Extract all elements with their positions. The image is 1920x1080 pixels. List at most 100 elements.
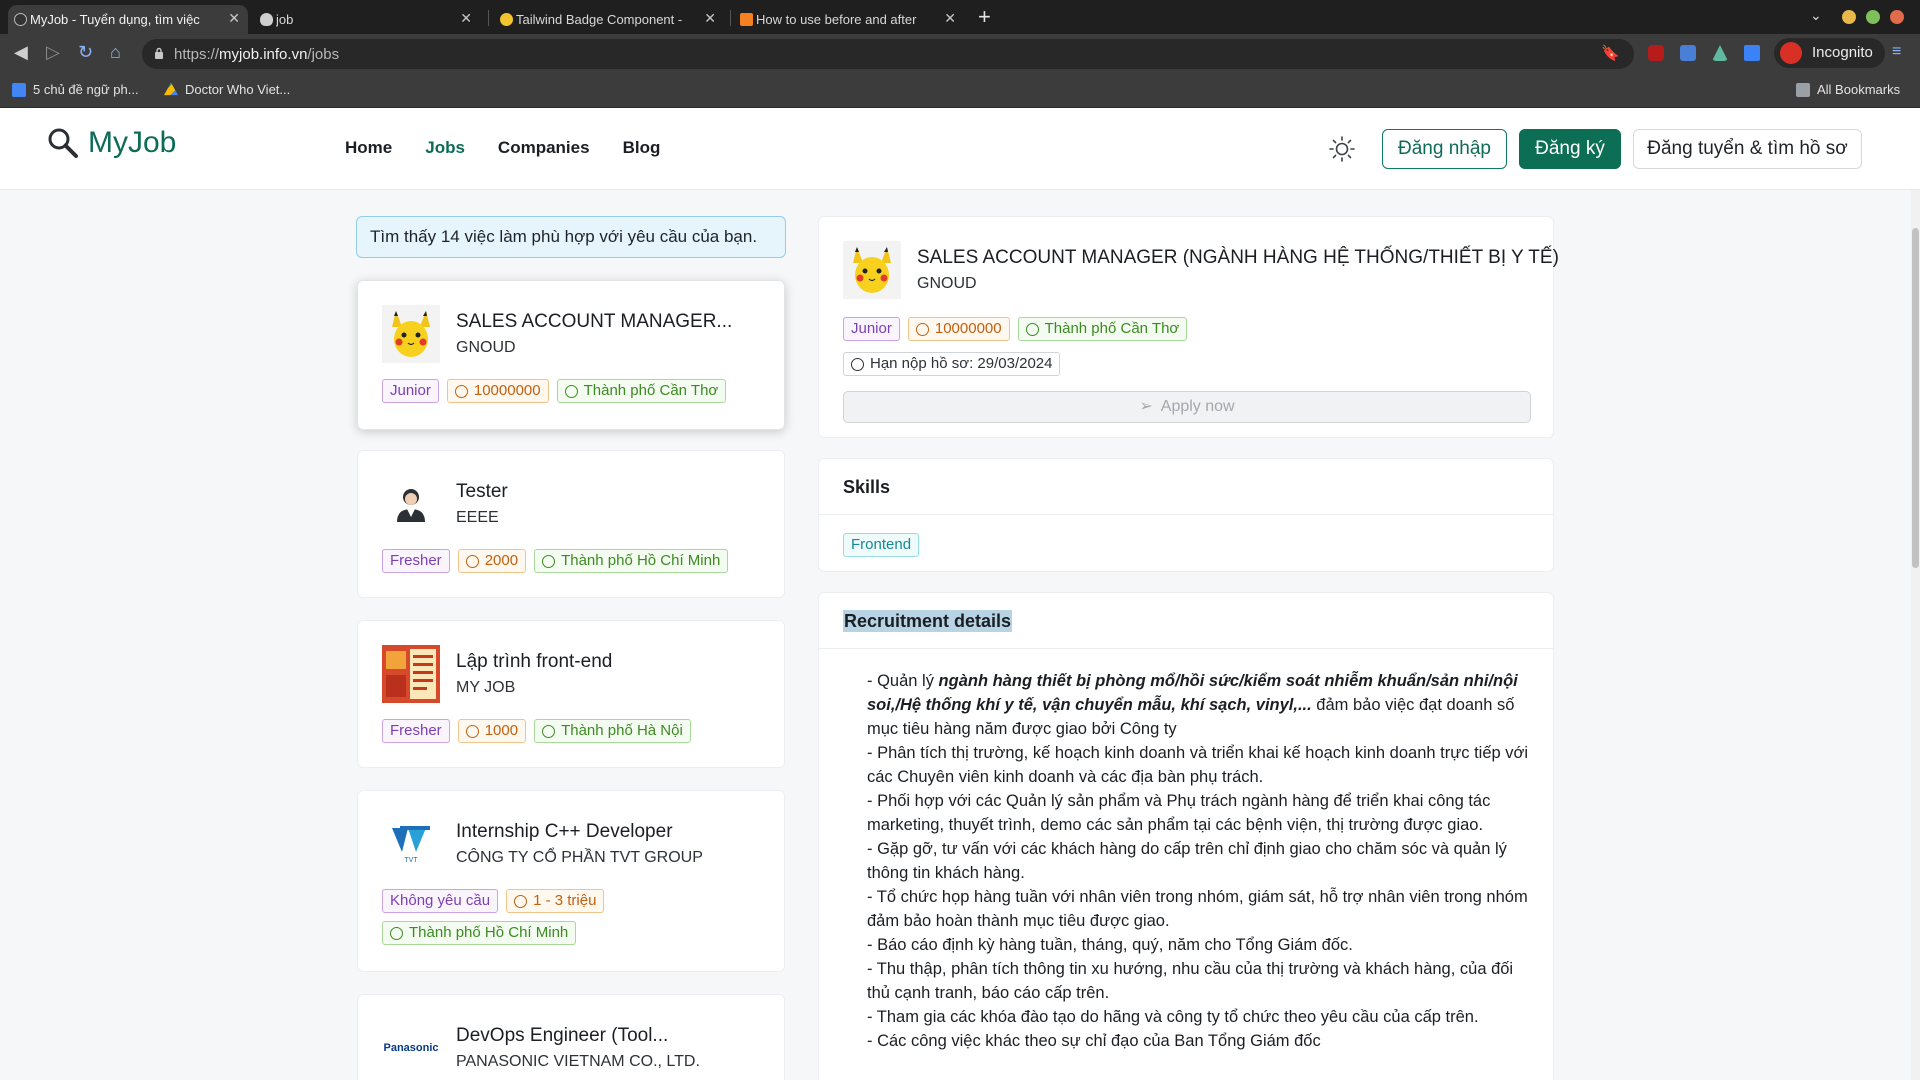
browser-menu-icon[interactable]: ≡ [1892, 43, 1901, 61]
document-thumbnail [382, 645, 440, 703]
tvt-logo-text: TVT [404, 857, 418, 864]
nav-companies[interactable]: Companies [498, 138, 590, 158]
pikachu-logo [382, 305, 440, 363]
close-window-button[interactable] [1890, 10, 1904, 24]
location-value: Thành phố Cần Thơ [1044, 320, 1180, 337]
map-pin-icon [390, 926, 403, 940]
salary-badge: 2000 [457, 549, 527, 573]
job-card[interactable]: Panasonic DevOps Engineer (Tool... PANAS… [357, 994, 785, 1080]
job-title[interactable]: Lập trình front-end [456, 651, 612, 673]
nav-home[interactable]: Home [345, 138, 392, 158]
close-tab-icon[interactable]: ✕ [944, 10, 956, 27]
forward-arrow-icon[interactable]: ▷ [46, 42, 60, 63]
browser-tab-job[interactable]: job ✕ [254, 5, 480, 34]
job-title[interactable]: DevOps Engineer (Tool... [456, 1025, 668, 1047]
apply-label: Apply now [1160, 398, 1235, 415]
location-value: Thành phố Hà Nội [561, 722, 683, 739]
job-detail-header: SALES ACCOUNT MANAGER (NGÀNH HÀNG HỆ THỐ… [818, 216, 1559, 438]
location-badge: Thành phố Hà Nội [534, 719, 691, 743]
main-nav: Home Jobs Companies Blog [345, 138, 660, 158]
login-button[interactable]: Đăng nhập [1382, 129, 1507, 169]
all-bookmarks-label: All Bookmarks [1817, 82, 1901, 97]
browser-tab-myjob[interactable]: MyJob - Tuyển dụng, tìm việc ✕ [8, 5, 248, 34]
job-badges: Fresher 1000 Thành phố Hà Nội [382, 719, 772, 743]
url-scheme: https:// [174, 46, 220, 63]
job-card[interactable]: Lập trình front-end MY JOB Fresher 1000 … [357, 620, 785, 768]
bookmark-icon[interactable]: 🔖 [1601, 44, 1620, 62]
minimize-window-button[interactable] [1842, 10, 1856, 24]
skills-panel: Skills Frontend [818, 458, 1554, 572]
close-tab-icon[interactable]: ✕ [460, 10, 472, 27]
location-badge: Thành phố Hồ Chí Minh [534, 549, 729, 573]
all-bookmarks[interactable]: All Bookmarks [1796, 82, 1900, 97]
site-logo[interactable]: MyJob [46, 126, 176, 160]
nav-jobs[interactable]: Jobs [425, 138, 465, 158]
salary-badge: 1000 [457, 719, 527, 743]
tab-title: MyJob - Tuyển dụng, tìm việc [30, 12, 200, 27]
document-logo [382, 645, 440, 703]
sun-icon[interactable] [1328, 135, 1356, 163]
job-company: GNOUD [456, 339, 516, 356]
location-badge: Thành phố Hồ Chí Minh [382, 921, 577, 945]
incognito-indicator[interactable]: Incognito [1774, 38, 1885, 68]
salary-badge: 10000000 [446, 379, 549, 403]
register-button[interactable]: Đăng ký [1519, 129, 1621, 169]
bookmark-item[interactable]: 5 chủ đề ngữ ph... [12, 82, 139, 97]
home-icon[interactable]: ⌂ [110, 42, 121, 63]
job-badges: Không yêu cầu 1 - 3 triệu Thành phố Hồ C… [382, 889, 772, 945]
recruitment-heading-text: Recruitment details [843, 610, 1013, 632]
person-favicon-icon [260, 13, 273, 26]
job-title[interactable]: SALES ACCOUNT MANAGER... [456, 311, 732, 333]
tvt-logo: TVT [382, 815, 440, 873]
job-title[interactable]: Tester [456, 481, 508, 503]
folder-icon [1796, 82, 1810, 97]
coin-icon [465, 724, 479, 738]
apply-now-button[interactable]: ➢ Apply now [843, 391, 1531, 423]
page-scrollbar-thumb[interactable] [1912, 228, 1919, 568]
ublock-extension-icon[interactable] [1648, 45, 1664, 61]
salary-badge: 1 - 3 triệu [506, 889, 605, 913]
close-tab-icon[interactable]: ✕ [228, 10, 240, 27]
job-company: CÔNG TY CỔ PHẦN TVT GROUP [456, 849, 703, 866]
back-arrow-icon[interactable]: ◀ [14, 42, 28, 63]
send-icon: ➢ [1139, 398, 1153, 415]
site-header: MyJob Home Jobs Companies Blog Đăng nhập… [0, 108, 1920, 190]
new-tab-button[interactable]: + [978, 4, 991, 30]
desc-text: - Quản lý [867, 672, 939, 690]
desc-line: - Tham gia các khóa đào tạo do hãng và c… [867, 1008, 1479, 1026]
skill-badge: Frontend [843, 533, 920, 557]
deadline-badge: Hạn nộp hồ sơ: 29/03/2024 [843, 352, 1061, 376]
sidepanel-icon[interactable] [1744, 45, 1760, 61]
maximize-window-button[interactable] [1866, 10, 1880, 24]
reload-icon[interactable]: ↻ [78, 42, 93, 63]
skills-heading: Skills [819, 459, 1553, 515]
incognito-icon [1780, 42, 1802, 64]
incognito-label: Incognito [1812, 44, 1873, 61]
drive-icon [164, 82, 178, 96]
employer-button[interactable]: Đăng tuyển & tìm hồ sơ [1633, 129, 1862, 169]
bookmark-item[interactable]: Doctor Who Viet... [164, 82, 290, 97]
job-card[interactable]: TVT Internship C++ Developer CÔNG TY CỔ … [357, 790, 785, 972]
pikachu-logo [843, 241, 901, 299]
pikachu-image [382, 305, 440, 363]
desc-line: - Phối hợp với các Quản lý sản phẩm và P… [867, 792, 1491, 834]
browser-tab-stackoverflow[interactable]: How to use before and after ✕ [734, 5, 964, 34]
salary-value: 1000 [484, 722, 519, 739]
job-card[interactable]: Tester EEEE Fresher 2000 Thành phố Hồ Ch… [357, 450, 785, 598]
panasonic-logo: Panasonic [382, 1019, 440, 1077]
browser-tab-tailwind[interactable]: Tailwind Badge Component - ✕ [494, 5, 724, 34]
map-pin-icon [542, 554, 556, 568]
nav-blog[interactable]: Blog [623, 138, 661, 158]
job-badges: Junior 10000000 Thành phố Cần Thơ [382, 379, 772, 403]
flask-icon[interactable] [1712, 45, 1728, 61]
detail-company[interactable]: GNOUD [917, 275, 977, 293]
level-badge: Junior [382, 379, 439, 403]
job-card[interactable]: SALES ACCOUNT MANAGER... GNOUD Junior 10… [357, 280, 785, 430]
tab-title: job [276, 12, 294, 27]
puzzle-extension-icon[interactable] [1680, 45, 1696, 61]
address-bar[interactable]: https://myjob.info.vn/jobs 🔖 [142, 39, 1634, 69]
job-title[interactable]: Internship C++ Developer [456, 821, 673, 843]
tab-search-chevron-icon[interactable]: ⌄ [1810, 7, 1822, 24]
close-tab-icon[interactable]: ✕ [704, 10, 716, 27]
job-company: EEEE [456, 509, 499, 526]
